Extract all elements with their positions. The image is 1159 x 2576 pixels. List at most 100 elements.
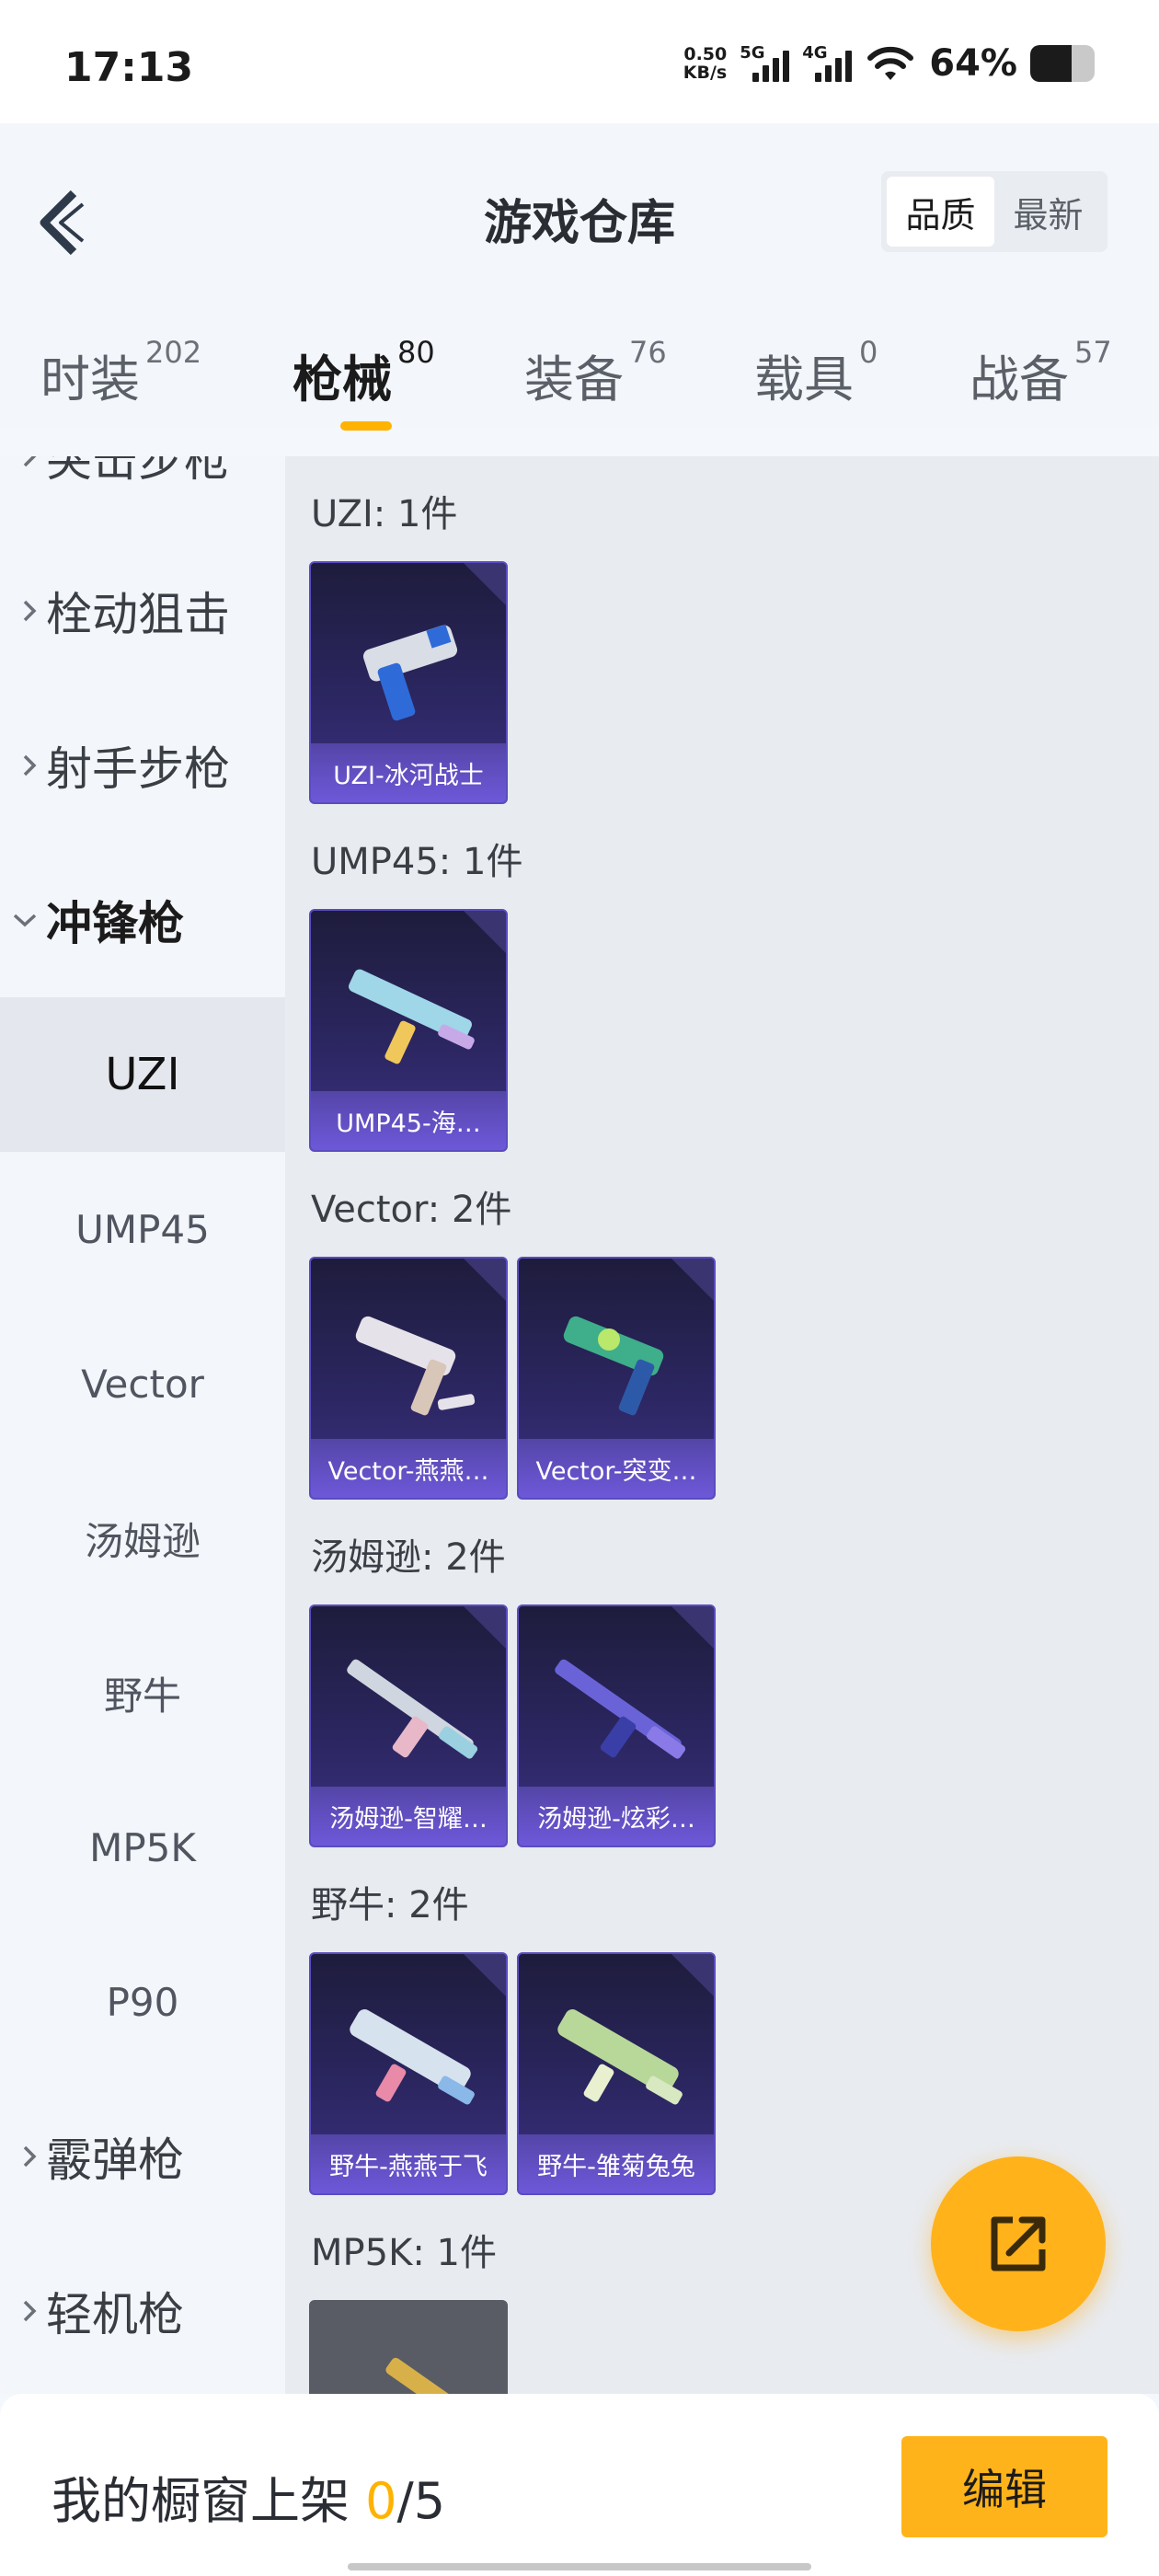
status-icons: 0.50 KB/s 5G 4G 64% [683, 42, 1095, 85]
thompson-skin-image [347, 1659, 478, 1759]
showcase-current-count: 0 [365, 2472, 397, 2530]
skin-name-label: UMP45-海… [311, 1091, 506, 1150]
sort-toggle: 品质 最新 [881, 171, 1107, 252]
sidebar-item-marksman-rifle[interactable]: 射手步枪 [0, 688, 285, 843]
sidebar-item-label: 突击步枪 [46, 456, 230, 487]
sidebar-subitem-mp5k[interactable]: MP5K [0, 1770, 285, 1925]
battery-percent: 64% [929, 42, 1017, 85]
sidebar-item-label: 霰弹枪 [46, 2133, 184, 2187]
sort-newest-button[interactable]: 最新 [994, 177, 1102, 247]
skin-name-label: UZI-冰河战士 [311, 743, 506, 802]
tab-label: 装备 [524, 351, 624, 408]
uzi-skin-image [362, 624, 458, 721]
tab-gear[interactable]: 战备 57 [970, 335, 1112, 411]
weapon-skin-list: UZI: 1件 UZI-冰河战士 UMP45: 1件 UMP45-海… Vect… [285, 456, 1159, 2394]
skin-name-label: 野牛-雏菊兔兔 [519, 2134, 714, 2193]
tab-label: 战备 [970, 351, 1069, 408]
sidebar-subitem-bizon[interactable]: 野牛 [0, 1616, 285, 1770]
group-title-thompson: 汤姆逊: 2件 [311, 1536, 506, 1579]
tab-count: 80 [397, 335, 435, 370]
active-tab-indicator [340, 421, 392, 431]
sidebar-item-smg[interactable]: 冲锋枪 [0, 843, 285, 997]
sidebar-item-lmg[interactable]: 轻机枪 [0, 2234, 285, 2388]
tab-count: 57 [1074, 335, 1112, 370]
network-speed-unit: KB/s [683, 63, 728, 83]
sidebar-item-bolt-sniper[interactable]: 栓动狙击 [0, 534, 285, 688]
chevron-right-icon [23, 456, 37, 467]
group-title-bizon: 野牛: 2件 [311, 1884, 469, 1926]
chevron-down-icon [13, 914, 37, 927]
page-header: 游戏仓库 品质 最新 时装 202 枪械 80 装备 76 载具 0 战备 57 [0, 123, 1159, 431]
skin-card[interactable]: UMP45-海… [309, 909, 508, 1152]
group-title-vector: Vector: 2件 [311, 1189, 512, 1231]
tab-count: 76 [629, 335, 667, 370]
skin-card[interactable]: 野牛-燕燕于飞 [309, 1952, 508, 2195]
skin-name-label: Vector-燕燕… [311, 1439, 506, 1498]
tab-label: 时装 [40, 351, 140, 408]
edit-button[interactable]: 编辑 [901, 2436, 1107, 2537]
thompson-skin-image [555, 1659, 686, 1759]
battery-fill [1030, 45, 1072, 82]
group-title-uzi: UZI: 1件 [311, 493, 458, 535]
tab-label: 枪械 [293, 351, 392, 408]
vector-skin-image [563, 1316, 664, 1416]
tab-equipment[interactable]: 装备 76 [524, 335, 667, 411]
tab-count: 0 [859, 335, 878, 370]
sidebar-subitem-vector[interactable]: Vector [0, 1306, 285, 1461]
vector-skin-image [355, 1316, 476, 1416]
sort-quality-button[interactable]: 品质 [887, 177, 994, 247]
wifi-icon [867, 46, 914, 80]
skin-card[interactable]: 野牛-雏菊兔兔 [517, 1952, 716, 2195]
tab-count: 202 [145, 335, 202, 370]
mp5k-skin-image [385, 2357, 453, 2394]
bottom-bar: 我的橱窗上架 0/5 编辑 [0, 2394, 1159, 2576]
group-title-ump45: UMP45: 1件 [311, 841, 523, 883]
skin-name-label: 汤姆逊-炫彩… [519, 1787, 714, 1846]
network-speed-value: 0.50 [683, 44, 728, 64]
skin-name-label: Vector-突变… [519, 1439, 714, 1498]
weapon-category-sidebar: 突击步枪 栓动狙击 射手步枪 冲锋枪 UZI UMP45 Vector 汤姆逊 … [0, 456, 285, 2394]
category-tabs: 时装 202 枪械 80 装备 76 载具 0 战备 57 [0, 335, 1159, 427]
share-button[interactable] [931, 2156, 1106, 2331]
chevron-right-icon [23, 2145, 37, 2168]
bizon-skin-image [557, 2009, 683, 2105]
bizon-skin-image [350, 2009, 475, 2105]
chevron-right-icon [23, 754, 37, 776]
chevron-right-icon [23, 600, 37, 622]
status-time: 17:13 [64, 44, 194, 91]
ump45-skin-image [349, 969, 475, 1064]
home-indicator[interactable] [348, 2563, 811, 2570]
skin-card[interactable]: Vector-突变… [517, 1257, 716, 1500]
sidebar-item-label: 冲锋枪 [46, 897, 184, 950]
signal-4g-icon: 4G [802, 43, 853, 84]
tab-fashion[interactable]: 时装 202 [40, 335, 201, 411]
showcase-label: 我的橱窗上架 [52, 2472, 350, 2530]
status-bar: 17:13 0.50 KB/s 5G 4G 64% [0, 0, 1159, 123]
sidebar-item-shotgun[interactable]: 霰弹枪 [0, 2079, 285, 2234]
sidebar-item-label: 射手步枪 [46, 742, 230, 796]
sidebar-item-assault-rifle[interactable]: 突击步枪 [0, 456, 285, 534]
skin-card[interactable]: Vector-燕燕… [309, 1257, 508, 1500]
group-title-mp5k: MP5K: 1件 [311, 2232, 497, 2274]
network-speed: 0.50 KB/s [683, 45, 727, 82]
chevron-right-icon [23, 2300, 37, 2322]
sidebar-subitem-ump45[interactable]: UMP45 [0, 1152, 285, 1306]
skin-name-label: 汤姆逊-智耀… [311, 1787, 506, 1846]
signal-5g-icon: 5G [740, 43, 790, 84]
skin-card[interactable]: 汤姆逊-智耀… [309, 1604, 508, 1847]
showcase-max-count: /5 [396, 2472, 446, 2530]
skin-name-label: 野牛-燕燕于飞 [311, 2134, 506, 2193]
skin-card[interactable] [309, 2300, 508, 2394]
sidebar-subitem-thompson[interactable]: 汤姆逊 [0, 1461, 285, 1616]
skin-card[interactable]: 汤姆逊-炫彩… [517, 1604, 716, 1847]
sidebar-item-label: 轻机枪 [46, 2288, 184, 2341]
tab-label: 载具 [754, 351, 854, 408]
share-icon [991, 2216, 1046, 2271]
sidebar-subitem-p90[interactable]: P90 [0, 1925, 285, 2079]
tab-firearms[interactable]: 枪械 80 [293, 335, 435, 411]
sidebar-subitem-uzi[interactable]: UZI [0, 997, 285, 1152]
sidebar-item-label: 栓动狙击 [46, 588, 230, 641]
showcase-shelf-status: 我的橱窗上架 0/5 [52, 2460, 445, 2533]
tab-vehicles[interactable]: 载具 0 [754, 335, 878, 411]
skin-card[interactable]: UZI-冰河战士 [309, 561, 508, 804]
